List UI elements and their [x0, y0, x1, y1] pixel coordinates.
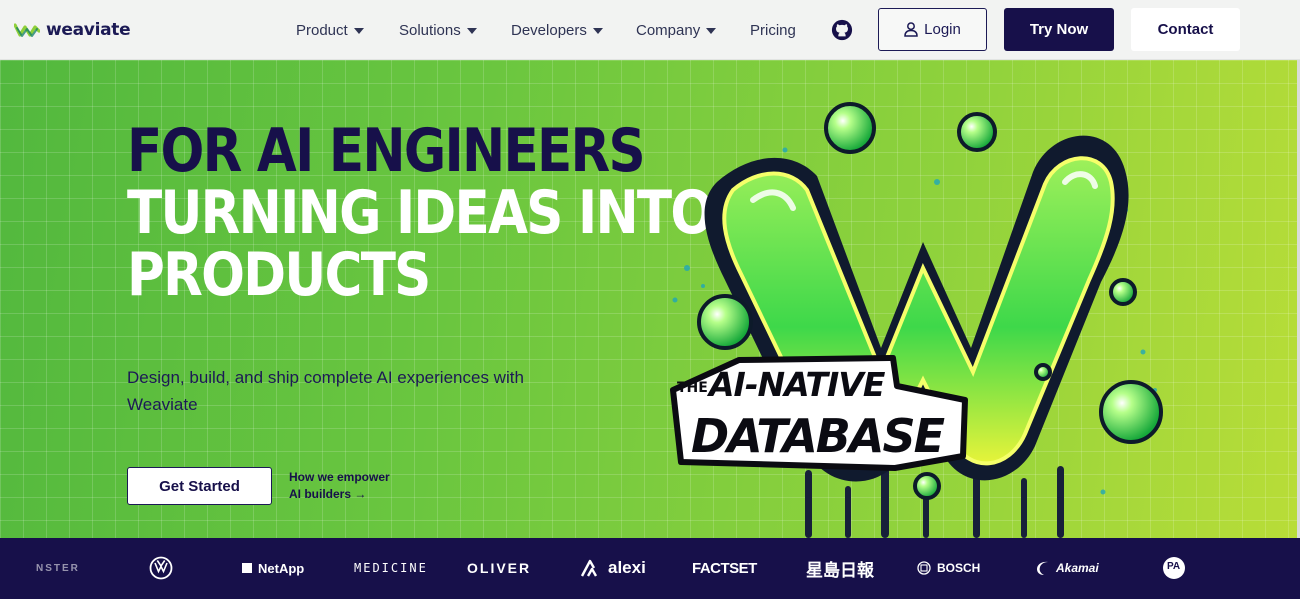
menu-pricing[interactable]: Pricing	[750, 19, 796, 41]
hero-subtext: Design, build, and ship complete AI expe…	[127, 368, 524, 414]
customer-logo-medicine: MEDICINE	[354, 556, 428, 580]
weaviate-logo[interactable]: weaviate	[14, 16, 131, 44]
login-button[interactable]: Login	[878, 8, 987, 51]
akamai-icon	[1037, 561, 1048, 575]
customer-logo-nster: NSTER	[36, 556, 80, 580]
menu-company[interactable]: Company	[636, 19, 717, 41]
graffiti-w-illustration: THE AI-NATIVE DATABASE	[670, 102, 1163, 538]
menu-company-label: Company	[636, 21, 701, 39]
get-started-button[interactable]: Get Started	[127, 467, 272, 505]
logo-singtao-text: 星島日報	[806, 560, 874, 580]
logo-alexi-text: alexi	[608, 558, 646, 577]
try-now-label: Try Now	[1029, 21, 1089, 38]
customer-logos-strip: NSTER NetApp MEDICINE OLIVER alexi FACTS…	[0, 538, 1300, 599]
netapp-icon	[242, 563, 252, 573]
logo-text: weaviate	[46, 20, 131, 40]
how-we-empower-link[interactable]: How we empower AI builders →	[289, 469, 390, 503]
customer-logo-bosch: BOSCH	[917, 556, 980, 580]
chevron-down-icon	[466, 28, 477, 34]
menu-product[interactable]: Product	[296, 19, 364, 41]
logo-bosch-text: BOSCH	[937, 561, 981, 575]
login-label: Login	[924, 21, 961, 38]
menu-pricing-label: Pricing	[750, 21, 796, 39]
chevron-down-icon	[706, 28, 717, 34]
logo-factset-text: FACTSET	[692, 559, 757, 577]
customer-logo-akamai: Akamai	[1036, 556, 1099, 580]
top-navigation: weaviate Product Solutions Developers Co…	[0, 0, 1300, 60]
menu-developers[interactable]: Developers	[511, 19, 603, 41]
try-now-button[interactable]: Try Now	[1004, 8, 1114, 51]
user-icon	[904, 22, 918, 37]
customer-logo-singtao: 星島日報	[806, 556, 874, 580]
bosch-icon	[917, 561, 931, 575]
tag-line-1: AI-NATIVE	[706, 365, 886, 404]
logo-nster-text: NSTER	[36, 562, 80, 574]
customer-logo-alexi: alexi	[580, 556, 646, 580]
contact-button[interactable]: Contact	[1131, 8, 1240, 51]
logo-akamai-text: Akamai	[1056, 561, 1099, 575]
github-icon[interactable]	[831, 19, 853, 41]
chevron-down-icon	[592, 28, 603, 34]
logo-netapp-text: NetApp	[258, 560, 305, 576]
menu-developers-label: Developers	[511, 21, 587, 39]
logo-oliver-text: OLIVER	[467, 560, 532, 576]
get-started-label: Get Started	[159, 477, 240, 495]
headline-line-2: TURNING IDEAS INTO	[127, 178, 714, 248]
tag-line-2: DATABASE	[691, 409, 945, 463]
contact-label: Contact	[1157, 21, 1214, 38]
hero-section: FOR AI ENGINEERS TURNING IDEAS INTO PROD…	[0, 60, 1300, 538]
headline-line-1: FOR AI ENGINEERS	[127, 116, 646, 186]
menu-solutions-label: Solutions	[399, 21, 461, 39]
customer-logo-oliver: OLIVER	[467, 556, 531, 580]
tag-small-text: THE	[677, 380, 708, 396]
logo-medicine-text: MEDICINE	[354, 561, 428, 575]
customer-logo-factset: FACTSET	[692, 556, 757, 580]
empower-link-line-2: AI builders →	[289, 487, 367, 501]
weaviate-mark-icon	[14, 23, 40, 37]
logo-pa-text: PA	[1167, 561, 1181, 572]
alexi-icon	[580, 559, 598, 577]
menu-product-label: Product	[296, 21, 348, 39]
volkswagen-icon	[149, 556, 173, 580]
chevron-down-icon	[353, 28, 364, 34]
headline-line-3: PRODUCTS	[127, 240, 431, 310]
customer-logo-netapp: NetApp	[242, 556, 304, 580]
menu-solutions[interactable]: Solutions	[399, 19, 477, 41]
customer-logo-volkswagen	[149, 556, 173, 580]
hero-headline: FOR AI ENGINEERS TURNING IDEAS INTO PROD…	[127, 116, 714, 310]
customer-logo-pa: PA	[1162, 556, 1186, 580]
empower-link-line-1: How we empower	[289, 470, 390, 484]
